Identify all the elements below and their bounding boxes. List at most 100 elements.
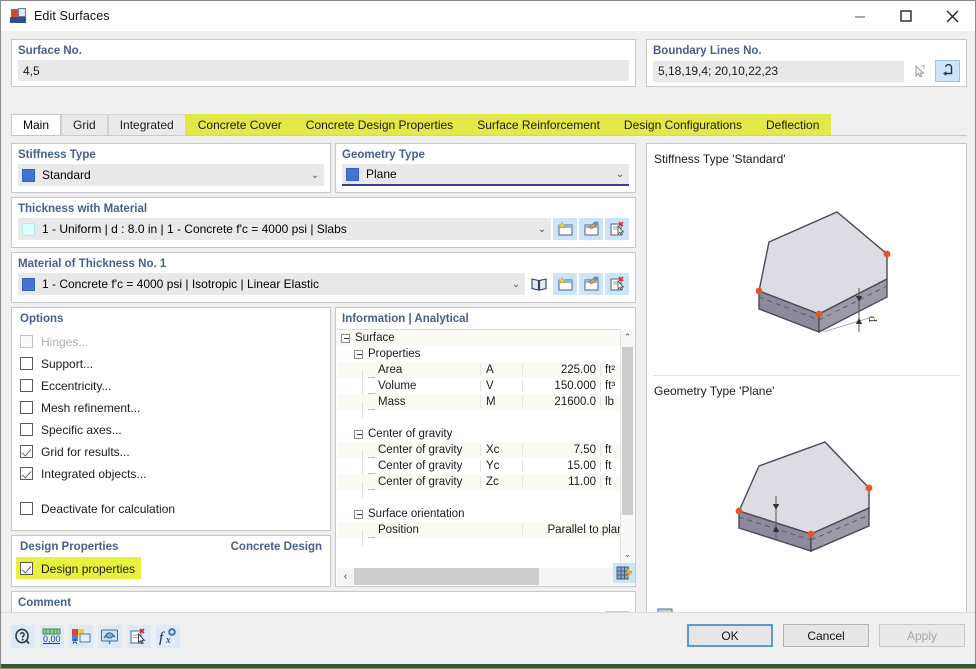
preview-panel: Stiffness Type 'Standard' d Geometry Typ…	[646, 143, 967, 637]
stiffness-type-label: Stiffness Type	[18, 149, 96, 161]
select-pointer-icon[interactable]	[907, 60, 932, 82]
options-group: Options Hinges... Support... Eccentricit…	[11, 307, 331, 531]
scroll-up-icon[interactable]: ⌃	[621, 329, 634, 346]
tab-main[interactable]: Main	[11, 114, 62, 135]
surface-no-field[interactable]: 4,5	[18, 60, 629, 81]
tab-strip: Main Grid Integrated Concrete Cover Conc…	[11, 114, 967, 136]
design-properties-label: Design Properties	[20, 541, 119, 553]
option-support-label: Support...	[41, 356, 94, 371]
checkbox-deactivate-for-calculation[interactable]	[20, 502, 33, 515]
delete-selection-icon[interactable]	[127, 625, 151, 648]
thickness-select[interactable]: 1 - Uniform | d : 8.0 in | 1 - Concrete …	[18, 218, 551, 240]
design-properties-checkbox-row[interactable]: Design properties	[16, 558, 141, 579]
display-properties-icon[interactable]: A	[69, 625, 93, 648]
tab-surface-reinforcement[interactable]: Surface Reinforcement	[465, 114, 612, 135]
option-deactivate-for-calculation[interactable]: Deactivate for calculation	[20, 498, 322, 519]
option-deactivate-label: Deactivate for calculation	[41, 501, 176, 516]
tab-grid[interactable]: Grid	[61, 114, 108, 135]
formula-icon[interactable]: fx	[156, 625, 180, 648]
information-tree[interactable]: Surface Properties Area A 225.00 ft² Vol…	[337, 329, 634, 563]
dialog-footer: 0,00 A fx OK Cancel Apply	[1, 612, 975, 668]
tree-row-yc[interactable]: Center of gravity Yc 15.00 ft	[337, 458, 634, 482]
material-value: 1 - Concrete f'c = 4000 psi | Isotropic …	[42, 277, 319, 291]
tree-value: 21600.0	[522, 396, 600, 408]
tree-symbol: A	[480, 364, 522, 376]
tree-row-area[interactable]: Area A 225.00 ft²	[337, 362, 634, 386]
information-horizontal-scrollbar[interactable]: ‹ ›	[337, 568, 634, 585]
number-format-icon[interactable]: 0,00	[40, 625, 64, 648]
checkbox-integrated-objects[interactable]	[20, 467, 33, 480]
geometry-color-swatch	[346, 167, 359, 181]
tab-concrete-design-properties[interactable]: Concrete Design Properties	[293, 114, 466, 135]
tree-label: Position	[378, 524, 419, 536]
edit-material-icon[interactable]	[579, 273, 603, 295]
tree-row-properties[interactable]: Properties	[337, 346, 634, 362]
option-hinges: Hinges...	[20, 331, 322, 352]
checkbox-design-properties[interactable]	[20, 562, 33, 575]
option-support[interactable]: Support...	[20, 353, 322, 374]
option-specific-axes[interactable]: Specific axes...	[20, 419, 322, 440]
tree-row-mass[interactable]: Mass M 21600.0 lb	[337, 394, 634, 418]
material-library-icon[interactable]	[527, 273, 551, 295]
tree-row-surface[interactable]: Surface	[337, 330, 634, 346]
ok-button[interactable]: OK	[687, 624, 773, 647]
delete-thickness-icon[interactable]	[605, 218, 629, 240]
tree-row-zc[interactable]: Center of gravity Zc 11.00 ft	[337, 474, 634, 498]
edit-thickness-icon[interactable]	[579, 218, 603, 240]
preview-stiffness-label: Stiffness Type 'Standard'	[654, 152, 786, 166]
option-mesh-refinement[interactable]: Mesh refinement...	[20, 397, 322, 418]
collapse-icon[interactable]	[354, 349, 363, 359]
tab-integrated[interactable]: Integrated	[107, 114, 186, 135]
option-mesh-refinement-label: Mesh refinement...	[41, 400, 141, 415]
tree-row-center-of-gravity-group[interactable]: Center of gravity	[337, 426, 634, 442]
stiffness-type-group: Stiffness Type Standard ⌄	[11, 143, 331, 193]
tree-row-spacer	[337, 410, 634, 426]
maximize-button[interactable]	[883, 1, 929, 31]
svg-text:0,00: 0,00	[43, 634, 61, 644]
scroll-down-icon[interactable]: ⌄	[621, 546, 634, 563]
tree-row-surface-orientation[interactable]: Surface orientation	[337, 506, 634, 522]
collapse-icon[interactable]	[341, 333, 350, 343]
tab-concrete-cover[interactable]: Concrete Cover	[185, 114, 294, 135]
visibility-icon[interactable]	[98, 625, 122, 648]
tree-row-position[interactable]: Position Parallel to plane	[337, 522, 634, 546]
material-select[interactable]: 1 - Concrete f'c = 4000 psi | Isotropic …	[18, 273, 525, 295]
new-material-icon[interactable]	[553, 273, 577, 295]
reverse-arrow-icon[interactable]	[935, 60, 960, 82]
option-grid-for-results[interactable]: Grid for results...	[20, 441, 322, 462]
chevron-down-icon: ⌄	[537, 223, 547, 235]
help-icon[interactable]	[11, 625, 35, 648]
option-integrated-objects[interactable]: Integrated objects...	[20, 463, 322, 484]
tree-value: 15.00	[522, 460, 600, 472]
option-specific-axes-label: Specific axes...	[41, 422, 122, 437]
checkbox-grid-for-results[interactable]	[20, 445, 33, 458]
option-eccentricity[interactable]: Eccentricity...	[20, 375, 322, 396]
tree-row-volume[interactable]: Volume V 150.000 ft³	[337, 378, 634, 402]
collapse-icon[interactable]	[354, 429, 363, 439]
checkbox-eccentricity[interactable]	[20, 379, 33, 392]
checkbox-specific-axes[interactable]	[20, 423, 33, 436]
tree-row-xc[interactable]: Center of gravity Xc 7.50 ft	[337, 442, 634, 466]
grid-properties-icon[interactable]	[613, 563, 635, 583]
material-label: Material of Thickness No. 1	[18, 258, 167, 270]
footer-icon-bar: 0,00 A fx	[11, 625, 180, 648]
tab-deflection[interactable]: Deflection	[754, 114, 832, 135]
tree-value: 150.000	[522, 380, 600, 392]
boundary-lines-field[interactable]: 5,18,19,4; 20,10,22,23	[653, 60, 904, 82]
comment-label: Comment	[18, 597, 72, 609]
checkbox-support[interactable]	[20, 357, 33, 370]
scroll-left-icon[interactable]: ‹	[337, 571, 354, 582]
delete-material-icon[interactable]	[605, 273, 629, 295]
stiffness-type-select[interactable]: Standard ⌄	[18, 164, 324, 186]
close-button[interactable]	[929, 1, 975, 31]
checkbox-mesh-refinement[interactable]	[20, 401, 33, 414]
collapse-icon[interactable]	[354, 509, 363, 519]
geometry-type-select[interactable]: Plane ⌄	[342, 164, 629, 186]
information-vertical-scrollbar[interactable]: ⌃ ⌄	[620, 329, 634, 563]
new-thickness-icon[interactable]	[553, 218, 577, 240]
tab-design-configurations[interactable]: Design Configurations	[611, 114, 754, 135]
cancel-button[interactable]: Cancel	[783, 624, 869, 647]
scroll-thumb[interactable]	[622, 347, 633, 515]
scroll-thumb-h[interactable]	[354, 568, 539, 585]
minimize-button[interactable]	[837, 1, 883, 31]
